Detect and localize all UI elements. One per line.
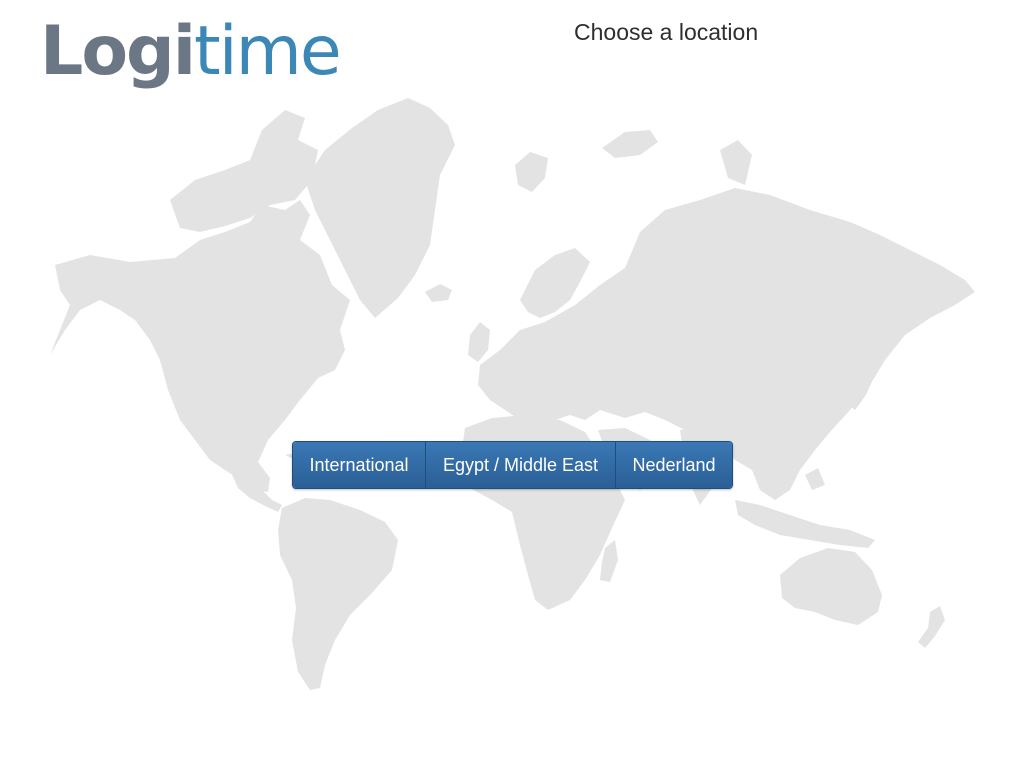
- logo-text-time: time: [194, 12, 342, 91]
- location-button-group: International Egypt / Middle East Nederl…: [292, 441, 733, 489]
- location-button-egypt-middle-east[interactable]: Egypt / Middle East: [426, 442, 616, 488]
- map-british-isles: [468, 322, 490, 362]
- map-iceland: [425, 284, 452, 302]
- map-south-america: [278, 498, 398, 690]
- logitime-logo: Logitime: [40, 12, 342, 92]
- logo-text-logi: Logi: [40, 12, 196, 91]
- world-map: [50, 98, 975, 690]
- location-button-nederland[interactable]: Nederland: [616, 442, 732, 488]
- location-button-international[interactable]: International: [293, 442, 426, 488]
- map-arctic-russia: [515, 130, 752, 192]
- page-heading: Choose a location: [574, 19, 759, 45]
- map-new-zealand: [918, 606, 945, 648]
- map-australia: [780, 548, 882, 625]
